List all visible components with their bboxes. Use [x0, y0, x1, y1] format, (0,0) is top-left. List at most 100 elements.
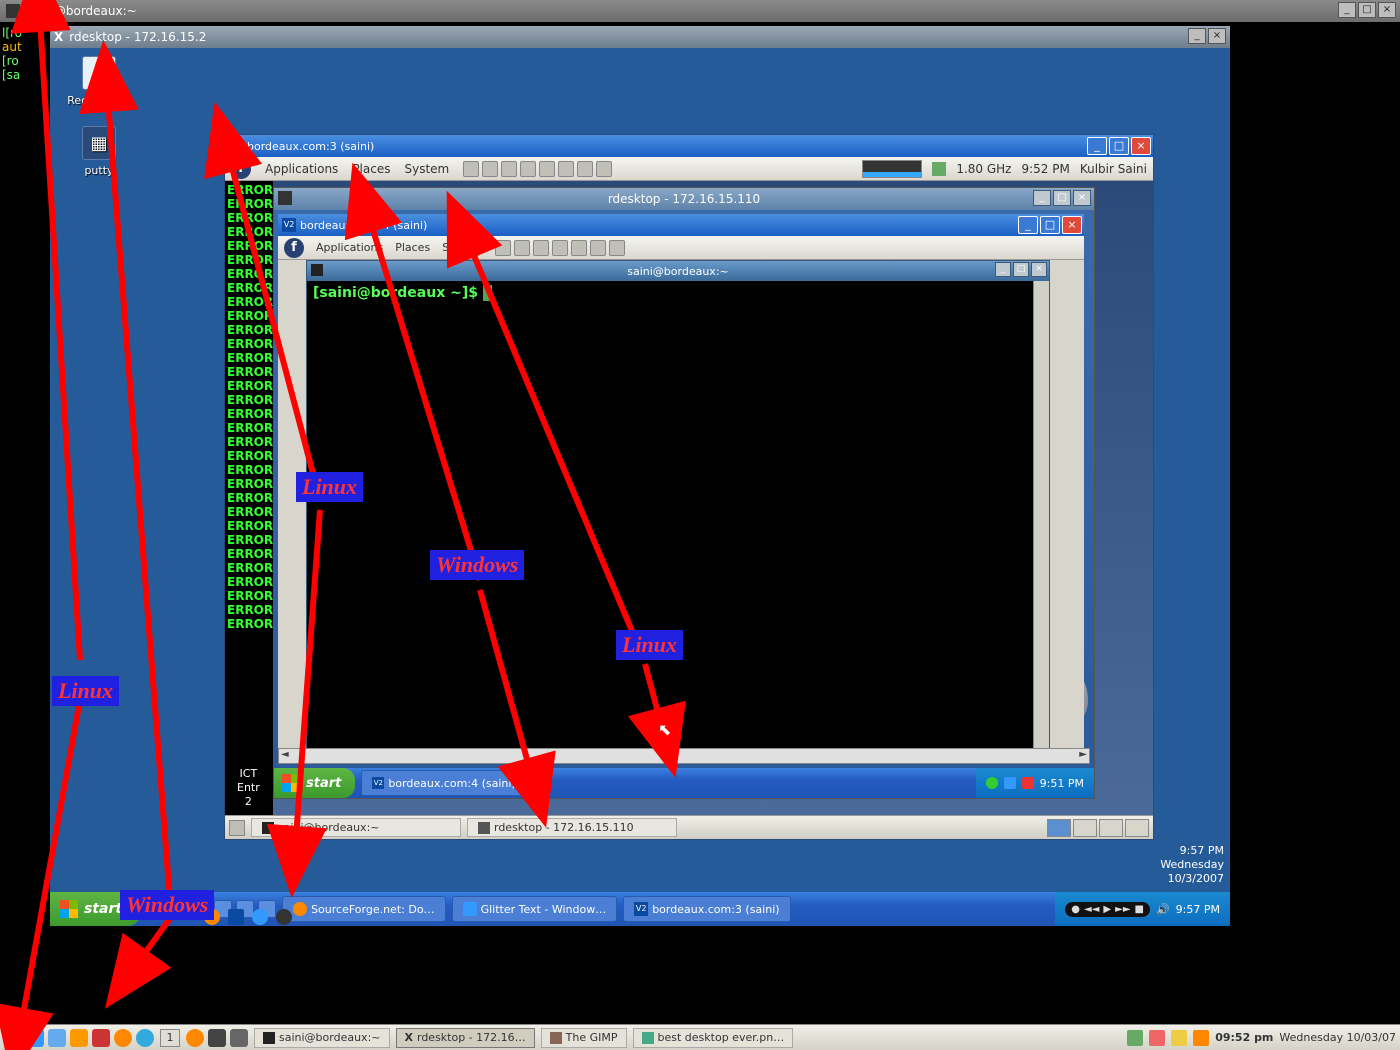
ql-icon[interactable]	[148, 900, 166, 918]
places-menu[interactable]: Places	[395, 241, 430, 254]
panel-launcher-tray[interactable]	[495, 240, 625, 256]
launcher-icon[interactable]	[495, 240, 511, 256]
rdesktop-inner-titlebar[interactable]: rdesktop - 172.16.15.110 _ □ ×	[274, 188, 1094, 210]
tray-icon[interactable]	[1004, 777, 1016, 789]
launcher-icon[interactable]	[577, 161, 593, 177]
launcher-icon[interactable]	[136, 1029, 154, 1047]
launcher-icon[interactable]	[590, 240, 606, 256]
vnc-icon[interactable]	[228, 909, 244, 925]
taskbar-item[interactable]: rdesktop - 172.16.15.110	[467, 818, 677, 837]
tray-icon[interactable]	[986, 777, 998, 789]
x-icon[interactable]	[208, 1029, 226, 1047]
workspace-1[interactable]	[1047, 819, 1071, 837]
launcher-icon[interactable]	[4, 1029, 22, 1047]
applications-menu[interactable]: Applications	[316, 241, 383, 254]
launcher-icon[interactable]	[552, 240, 568, 256]
show-desktop-icon[interactable]	[229, 820, 245, 836]
launcher-icon[interactable]	[482, 161, 498, 177]
ql-icon[interactable]	[170, 900, 188, 918]
minimize-button[interactable]: _	[1188, 28, 1206, 44]
launcher-icon[interactable]	[539, 161, 555, 177]
close-button[interactable]: ×	[1073, 190, 1091, 206]
launcher-icon[interactable]	[463, 161, 479, 177]
taskbar-item[interactable]: The GIMP	[541, 1028, 627, 1048]
putty-icon[interactable]: ▦ putty	[64, 126, 134, 177]
taskbar-item[interactable]: SourceForge.net: Do…	[282, 896, 445, 922]
launcher-icon[interactable]	[520, 161, 536, 177]
fedora-icon[interactable]: f	[284, 238, 304, 258]
user-menu[interactable]: Kulbir Saini	[1080, 162, 1147, 176]
panel-launcher-tray[interactable]	[463, 161, 612, 177]
workspace-2[interactable]	[1073, 819, 1097, 837]
host-titlebar[interactable]: saini@bordeaux:~ _ □ ×	[0, 0, 1400, 22]
launcher-icon[interactable]	[571, 240, 587, 256]
vnc1-titlebar[interactable]: V2 bordeaux.com:3 (saini) _ □ ×	[225, 135, 1153, 157]
workspace-4[interactable]	[1125, 819, 1149, 837]
app-icon[interactable]	[276, 909, 292, 925]
minimize-button[interactable]: _	[1087, 137, 1107, 155]
firefox-icon[interactable]	[204, 909, 220, 925]
panel-clock[interactable]: 09:52 pm	[1215, 1031, 1273, 1044]
maximize-button[interactable]: □	[1013, 262, 1029, 277]
system-tray[interactable]: ●◄◄▶►►■ 🔊 9:57 PM	[1055, 892, 1230, 926]
system-menu[interactable]: System	[442, 241, 483, 254]
launcher-icon[interactable]	[596, 161, 612, 177]
terminal-body[interactable]: [saini@bordeaux ~]$	[307, 281, 1049, 305]
launcher-icon[interactable]	[70, 1029, 88, 1047]
launcher-icon[interactable]	[26, 1029, 44, 1047]
close-button[interactable]: ×	[1062, 216, 1082, 234]
rdesktop-outer-titlebar[interactable]: X rdesktop - 172.16.15.2 _ ×	[50, 26, 1230, 48]
maximize-button[interactable]: □	[1053, 190, 1071, 206]
vertical-scrollbar[interactable]	[1033, 281, 1049, 749]
tray-icon[interactable]	[1127, 1030, 1143, 1046]
minimize-button[interactable]: _	[1338, 2, 1356, 18]
launcher-icon[interactable]	[501, 161, 517, 177]
launcher-icon[interactable]	[48, 1029, 66, 1047]
taskbar-item[interactable]: Xrdesktop - 172.16…	[396, 1028, 535, 1048]
tray-icon[interactable]	[1193, 1030, 1209, 1046]
minimize-button[interactable]: _	[1033, 190, 1051, 206]
close-button[interactable]: ×	[1378, 2, 1396, 18]
gnome-bottom-panel[interactable]: saini@bordeaux:~ rdesktop - 172.16.15.11…	[225, 815, 1153, 839]
firefox-icon[interactable]	[114, 1029, 132, 1047]
places-menu[interactable]: Places	[352, 162, 390, 176]
x-icon[interactable]	[230, 1029, 248, 1047]
terminal-titlebar[interactable]: saini@bordeaux:~ _ □ ×	[307, 261, 1049, 281]
taskbar-item[interactable]: V2bordeaux.com:4 (saini)	[361, 770, 526, 796]
maximize-button[interactable]: □	[1109, 137, 1129, 155]
ie-icon[interactable]	[252, 909, 268, 925]
recycle-bin-icon[interactable]: ♻ Recycle Bin	[64, 56, 134, 107]
tray-icon[interactable]	[1171, 1030, 1187, 1046]
maximize-button[interactable]: □	[1040, 216, 1060, 234]
system-tray[interactable]: 9:51 PM	[976, 768, 1094, 798]
close-button[interactable]: ×	[1131, 137, 1151, 155]
tray-icon[interactable]	[1022, 777, 1034, 789]
horizontal-scrollbar[interactable]	[278, 748, 1090, 764]
quick-launch-row2[interactable]	[204, 908, 292, 926]
close-button[interactable]: ×	[1031, 262, 1047, 277]
gnome-top-panel[interactable]: f Applications Places System 1.80 GHz 9:…	[225, 157, 1153, 181]
taskbar-item[interactable]: saini@bordeaux:~	[251, 818, 461, 837]
workspace-3[interactable]	[1099, 819, 1123, 837]
taskbar-item[interactable]: Glitter Text - Window…	[452, 896, 618, 922]
launcher-icon[interactable]	[609, 240, 625, 256]
panel-launchers[interactable]	[4, 1029, 154, 1047]
close-button[interactable]: ×	[1208, 28, 1226, 44]
gnome-top-panel-inner[interactable]: f Applications Places System	[278, 236, 1084, 260]
tray-icon[interactable]: 🔊	[1156, 903, 1170, 916]
launcher-icon[interactable]	[558, 161, 574, 177]
maximize-button[interactable]: □	[1358, 2, 1376, 18]
firefox-icon[interactable]	[186, 1029, 204, 1047]
system-monitor-applet[interactable]	[862, 160, 922, 178]
launcher-icon[interactable]	[533, 240, 549, 256]
launcher-icon[interactable]	[514, 240, 530, 256]
launcher-icon[interactable]	[92, 1029, 110, 1047]
applications-menu[interactable]: Applications	[265, 162, 338, 176]
tray-icon[interactable]	[1149, 1030, 1165, 1046]
media-controls[interactable]: ●◄◄▶►►■	[1065, 902, 1150, 917]
xp-taskbar-inner[interactable]: start V2bordeaux.com:4 (saini) 9:51 PM	[274, 768, 1094, 798]
minimize-button[interactable]: _	[995, 262, 1011, 277]
vnc2-titlebar[interactable]: V2 bordeaux.com:4 (saini) _ □ ×	[278, 214, 1084, 236]
panel-clock[interactable]: 9:52 PM	[1021, 162, 1069, 176]
workspace-indicator[interactable]: 1	[160, 1029, 180, 1047]
